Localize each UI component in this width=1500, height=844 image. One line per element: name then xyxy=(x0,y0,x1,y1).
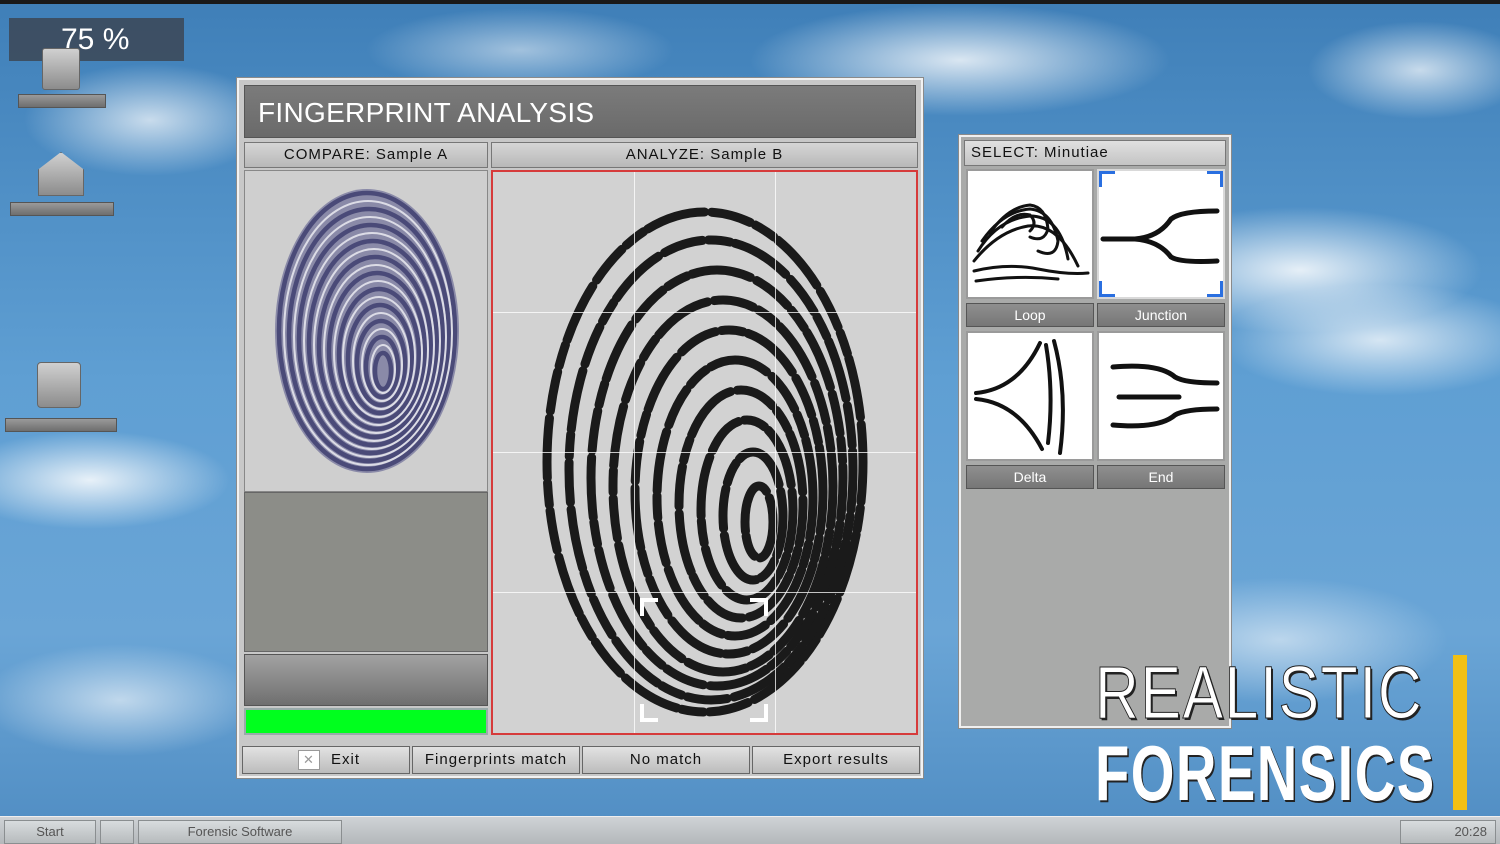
sample-a-panel xyxy=(244,170,488,492)
minutia-tile-delta[interactable] xyxy=(966,331,1094,461)
desktop-icon-home[interactable] xyxy=(10,152,114,218)
minutiae-panel: SELECT: Minutiae Loop Junction Delta End xyxy=(959,135,1231,728)
minutia-label-junction[interactable]: Junction xyxy=(1097,303,1225,327)
delta-minutia-icon xyxy=(974,339,1065,455)
exit-label: Exit xyxy=(331,751,361,768)
taskbar-item-forensic-software[interactable]: Forensic Software xyxy=(138,820,342,844)
exit-button[interactable]: ✕ Exit xyxy=(242,746,410,774)
fingerprint-analysis-window: FINGERPRINT ANALYSIS COMPARE: Sample A A… xyxy=(237,78,923,778)
export-results-button[interactable]: Export results xyxy=(752,746,920,774)
reticle-corner xyxy=(750,598,768,616)
brand-logo: REALISTIC FORENSICS xyxy=(1095,650,1475,817)
analysis-progress-bar xyxy=(244,708,488,735)
minutia-tile-loop[interactable] xyxy=(966,169,1094,299)
window-title: FINGERPRINT ANALYSIS xyxy=(244,85,916,138)
minutia-label-end[interactable]: End xyxy=(1097,465,1225,489)
grid-line xyxy=(493,452,916,453)
minutia-label-loop[interactable]: Loop xyxy=(966,303,1094,327)
minutia-tile-junction[interactable] xyxy=(1097,169,1225,299)
selection-bracket-icon xyxy=(1207,281,1223,297)
desktop-icon-label xyxy=(5,418,117,432)
junction-minutia-icon xyxy=(1100,208,1220,264)
selection-bracket-icon xyxy=(1099,281,1115,297)
minutia-tile-end[interactable] xyxy=(1097,331,1225,461)
computer-icon xyxy=(42,48,80,90)
brand-line-1: REALISTIC xyxy=(1095,651,1424,735)
taskbar: Start Forensic Software 20:28 xyxy=(0,816,1500,844)
sample-a-fingerprint xyxy=(275,189,459,473)
brand-accent-bar xyxy=(1453,655,1467,810)
analyze-header: ANALYZE: Sample B xyxy=(491,142,918,168)
brand-line-2: FORENSICS xyxy=(1095,729,1436,817)
desktop-icon-network[interactable] xyxy=(5,362,117,434)
taskbar-spacer xyxy=(100,820,134,844)
home-icon xyxy=(38,152,84,196)
reticle-corner xyxy=(750,704,768,722)
grid-line xyxy=(493,312,916,313)
grid-line xyxy=(493,592,916,593)
screen-top-edge xyxy=(0,0,1500,4)
action-bar: ✕ Exit Fingerprints match No match Expor… xyxy=(242,746,920,774)
compare-header: COMPARE: Sample A xyxy=(244,142,488,168)
close-icon: ✕ xyxy=(298,750,320,770)
no-match-button[interactable]: No match xyxy=(582,746,750,774)
reticle-corner xyxy=(640,704,658,722)
loop-minutia-icon xyxy=(972,203,1090,283)
minutia-label-delta[interactable]: Delta xyxy=(966,465,1094,489)
sample-a-status-bar xyxy=(244,654,488,706)
desktop-icon-computer[interactable] xyxy=(18,48,106,110)
selection-bracket-icon xyxy=(1099,171,1115,187)
minutiae-panel-title: SELECT: Minutiae xyxy=(964,140,1226,166)
sample-a-empty-area xyxy=(244,492,488,652)
desktop-icon-label xyxy=(10,202,114,216)
network-icon xyxy=(37,362,81,408)
desktop-icon-label xyxy=(18,94,106,108)
start-button[interactable]: Start xyxy=(4,820,96,844)
sample-b-panel[interactable] xyxy=(491,170,918,735)
end-minutia-icon xyxy=(1110,363,1220,429)
taskbar-clock: 20:28 xyxy=(1400,820,1496,844)
reticle-corner xyxy=(640,598,658,616)
selection-bracket-icon xyxy=(1207,171,1223,187)
selection-reticle[interactable] xyxy=(640,598,768,722)
fingerprints-match-button[interactable]: Fingerprints match xyxy=(412,746,580,774)
